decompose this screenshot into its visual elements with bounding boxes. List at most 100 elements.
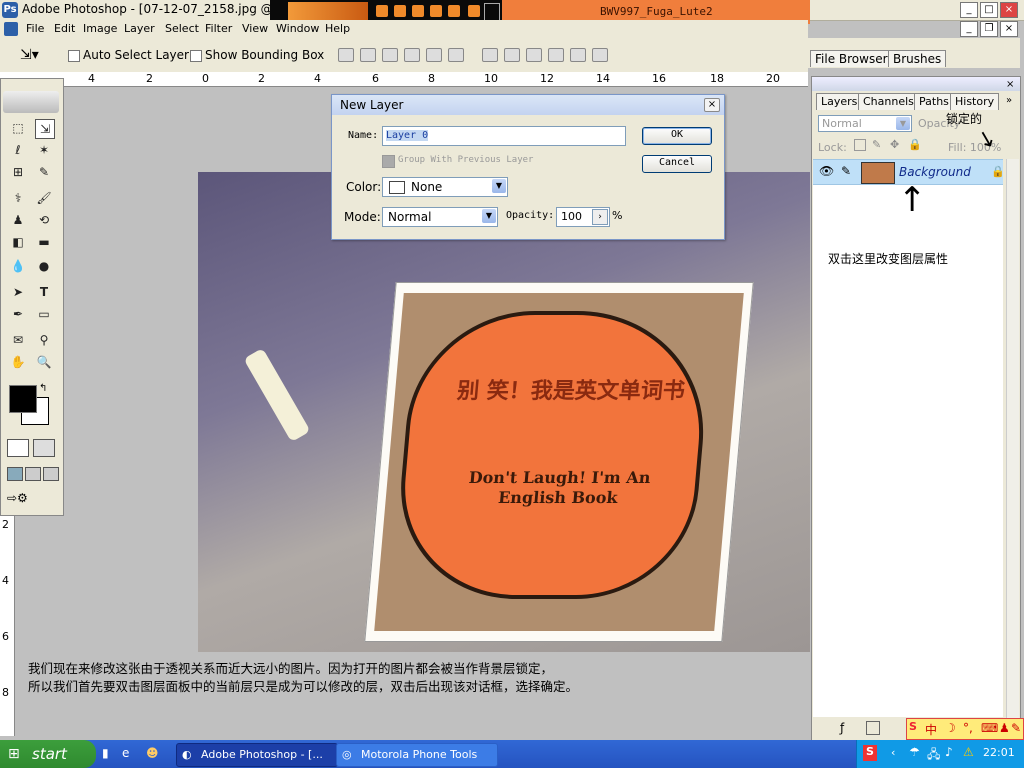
tab-paths[interactable]: Paths [914,93,954,110]
history-brush-icon[interactable]: ⟲ [35,211,53,229]
doc-minimize-button[interactable]: _ [960,21,978,37]
palette-close-icon[interactable]: × [1006,79,1014,90]
ime-keyboard-icon[interactable]: ⌨ [981,721,998,735]
ime-tools-icon[interactable]: ✎ [1011,721,1021,735]
foreground-color-swatch[interactable] [9,385,37,413]
lock-position-icon[interactable]: ✥ [890,138,899,151]
slice-tool-icon[interactable]: ✎ [35,163,53,181]
layer-mask-icon[interactable] [866,721,880,735]
distribute-vcenter-icon[interactable] [504,48,520,62]
show-bounding-checkbox[interactable]: Show Bounding Box [190,48,324,62]
menu-window[interactable]: Window [276,22,319,35]
hand-tool-icon[interactable]: ✋ [9,353,27,371]
close-button[interactable]: × [1000,2,1018,18]
magic-wand-icon[interactable]: ✶ [35,141,53,159]
quick-launch-app-icon[interactable]: ☻ [146,746,159,760]
quick-mask-icon[interactable] [33,439,55,457]
tray-expand-icon[interactable]: ‹ [891,746,895,759]
lasso-tool-icon[interactable]: ℓ [9,141,27,159]
lock-pixels-icon[interactable]: ✎ [872,138,881,151]
quick-launch-desktop-icon[interactable]: ▮ [102,746,109,760]
menu-edit[interactable]: Edit [54,22,75,35]
jump-to-imageready-icon[interactable]: ⇨⚙ [7,491,57,507]
task-photoshop[interactable]: ◐ Adobe Photoshop - [... [176,743,338,767]
screen-mode-standard-icon[interactable] [7,467,23,481]
screen-mode-full-menu-icon[interactable] [25,467,41,481]
document-canvas[interactable]: 别 笑！我是英文单词书 Don't Laugh! I'm An English … [198,172,810,652]
lock-transparency-icon[interactable] [854,139,866,151]
pause-icon[interactable] [394,5,406,17]
ime-moon-icon[interactable]: ☽ [945,721,956,735]
distribute-hcenter-icon[interactable] [570,48,586,62]
auto-select-checkbox[interactable]: Auto Select Layer [68,48,189,62]
align-bottom-icon[interactable] [382,48,398,62]
zoom-tool-icon[interactable]: 🔍 [35,353,53,371]
standard-mode-icon[interactable] [7,439,29,457]
forward-icon[interactable] [430,5,442,17]
opacity-slider-icon[interactable]: › [592,209,608,225]
blend-mode-dropdown[interactable]: Normal ▼ [818,115,912,132]
minimize-button[interactable]: _ [960,2,978,18]
maximize-button[interactable]: □ [980,2,998,18]
eraser-tool-icon[interactable]: ◧ [9,233,27,251]
ime-chinese-icon[interactable]: 中 [925,721,937,738]
marquee-tool-icon[interactable]: ⬚ [9,119,27,137]
cancel-button[interactable]: Cancel [642,155,712,173]
menu-select[interactable]: Select [165,22,199,35]
lock-all-icon[interactable]: 🔒 [908,138,922,151]
healing-brush-icon[interactable]: ⚕ [9,189,27,207]
distribute-right-icon[interactable] [592,48,608,62]
layer-name[interactable]: Background [899,165,971,179]
umbrella-tray-icon[interactable]: ☂ [909,745,920,759]
align-hcenter-icon[interactable] [426,48,442,62]
type-tool-icon[interactable]: T [35,283,53,301]
doc-close-button[interactable]: × [1000,21,1018,37]
align-right-icon[interactable] [448,48,464,62]
warning-tray-icon[interactable]: ⚠ [963,745,974,759]
distribute-left-icon[interactable] [548,48,564,62]
screen-mode-full-icon[interactable] [43,467,59,481]
group-checkbox[interactable] [382,155,395,168]
layers-scrollbar[interactable] [1006,159,1019,719]
eyedropper-icon[interactable]: ⚲ [35,331,53,349]
tab-channels[interactable]: Channels [858,93,919,110]
tab-layers[interactable]: Layers [816,93,863,110]
network-tray-icon[interactable]: 🖧 [927,745,940,766]
doc-restore-button[interactable]: ❐ [980,21,998,37]
notes-tool-icon[interactable]: ✉ [9,331,27,349]
tab-file-browser[interactable]: File Browser [810,50,893,67]
name-field[interactable]: Layer 0 [382,126,626,146]
eye-icon[interactable]: 👁 [819,164,834,178]
ok-button[interactable]: OK [642,127,712,145]
distribute-top-icon[interactable] [482,48,498,62]
start-button[interactable]: ⊞ start [0,740,96,768]
align-top-icon[interactable] [338,48,354,62]
distribute-bottom-icon[interactable] [526,48,542,62]
swap-colors-icon[interactable]: ↰ [39,383,47,394]
task-motorola[interactable]: ◎ Motorola Phone Tools [336,743,498,767]
menu-file[interactable]: File [26,22,44,35]
blur-tool-icon[interactable]: 💧 [9,257,27,275]
menu-view[interactable]: View [242,22,268,35]
menu-layer[interactable]: Layer [124,22,155,35]
move-tool-icon[interactable]: ⇲▾ [20,47,39,63]
sogou-tray-icon[interactable]: S [863,745,877,761]
shape-tool-icon[interactable]: ▭ [35,305,53,323]
menu-image[interactable]: Image [83,22,117,35]
gradient-tool-icon[interactable]: ▬ [35,233,53,251]
tab-history[interactable]: History [950,93,1000,110]
menu-help[interactable]: Help [325,22,350,35]
layer-style-icon[interactable]: ƒ [840,721,844,735]
next-icon[interactable] [468,5,480,17]
ime-user-icon[interactable]: ♟ [999,721,1010,735]
ime-toolbar[interactable]: S 中 ☽ °, ⌨ ♟ ✎ [906,718,1024,740]
volume-tray-icon[interactable]: ♪ [945,745,953,759]
tab-brushes[interactable]: Brushes [888,50,947,67]
stop-icon[interactable] [376,5,388,17]
align-vcenter-icon[interactable] [360,48,376,62]
quick-launch-ie-icon[interactable]: e [122,746,129,760]
path-select-icon[interactable]: ➤ [9,283,27,301]
pen-tool-icon[interactable]: ✒ [9,305,27,323]
move-tool-icon[interactable]: ⇲ [35,119,55,139]
align-left-icon[interactable] [404,48,420,62]
